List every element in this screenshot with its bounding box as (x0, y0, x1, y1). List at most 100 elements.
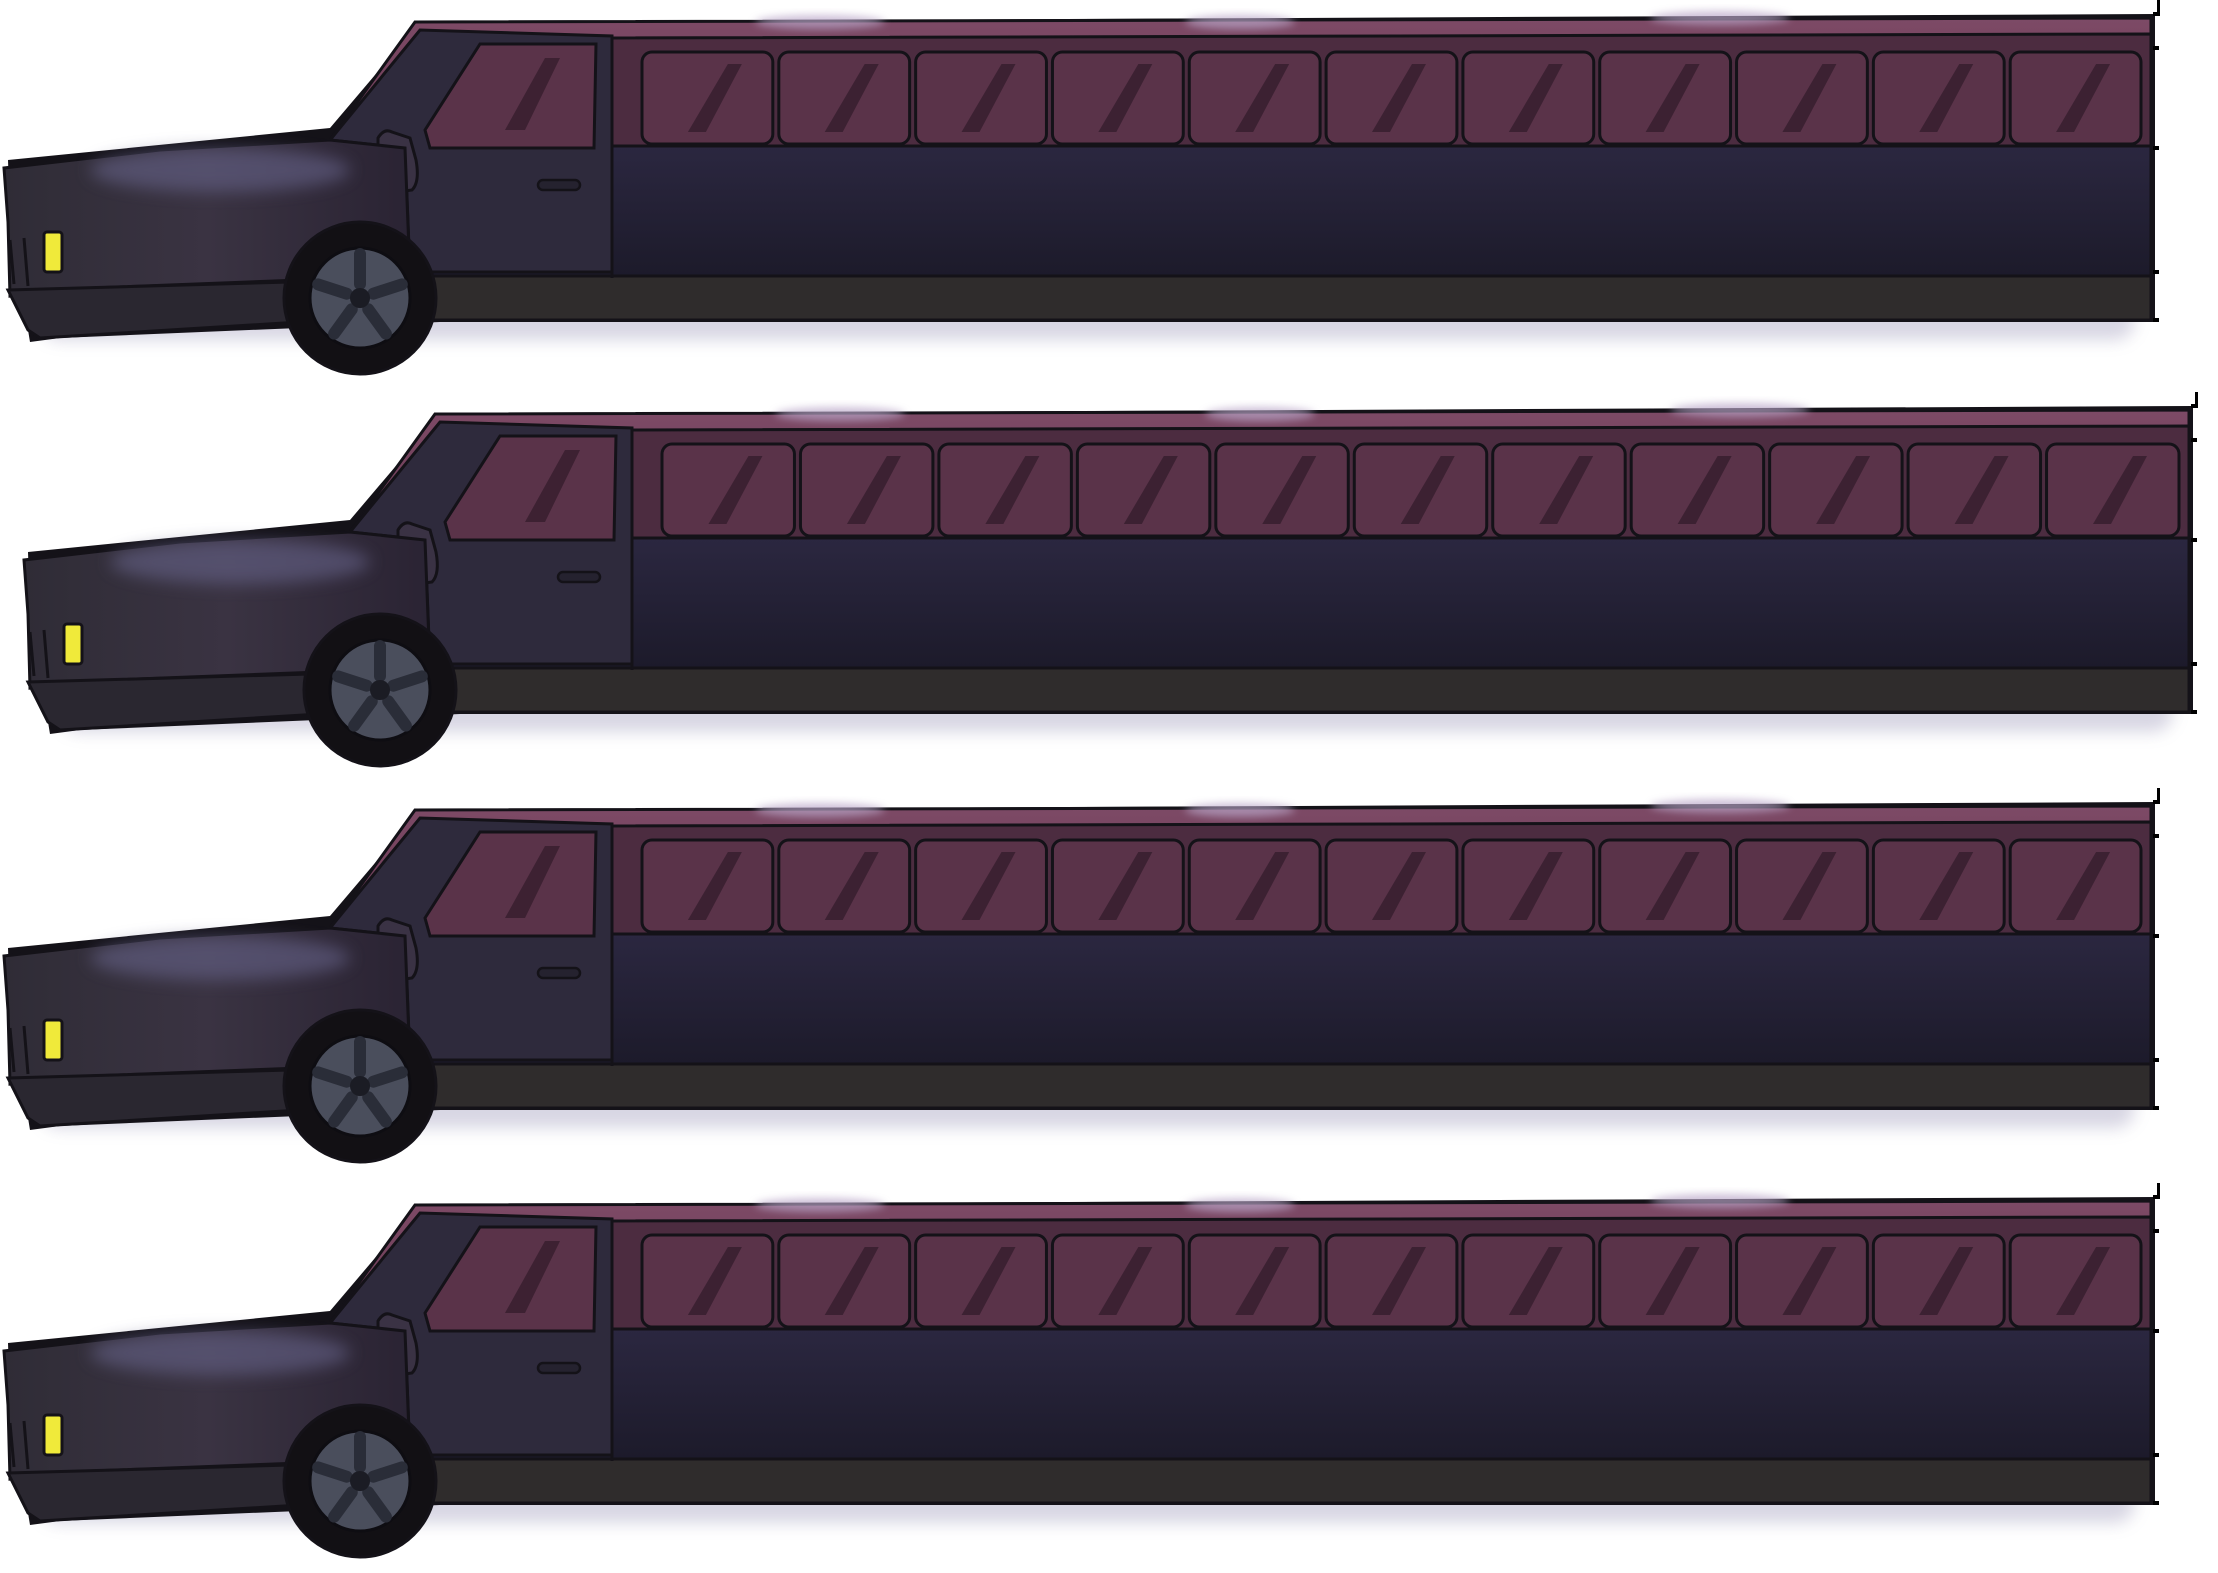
passenger-window (1214, 442, 1350, 538)
passenger-window (777, 838, 912, 934)
sprite-frame-3 (0, 788, 2218, 1178)
limo-sprite-sheet (0, 0, 2218, 1559)
front-wheel (302, 612, 458, 768)
passenger-window (1187, 1233, 1322, 1329)
roof-shine (1185, 803, 1295, 817)
passenger-window (1187, 838, 1322, 934)
guide-tick (2191, 438, 2197, 442)
roof-shine (1185, 15, 1295, 29)
limo-sprite-svg (2, 0, 2160, 376)
passenger-window (1050, 1233, 1185, 1329)
passenger-window (1187, 50, 1322, 146)
body-panel (408, 144, 2153, 280)
passenger-window (1324, 50, 1459, 146)
sprite-frame-1 (0, 0, 2218, 390)
passenger-window (1324, 838, 1459, 934)
headlight (42, 1018, 64, 1062)
door-handle (536, 966, 582, 980)
passenger-window (1768, 442, 1904, 538)
guide-tick (2153, 318, 2159, 322)
rocker-panel (298, 1062, 2153, 1110)
passenger-window (1598, 50, 1733, 146)
roof-shine (775, 407, 905, 421)
door-handle (536, 178, 582, 192)
guide-tick (2191, 538, 2197, 542)
passenger-window (1735, 838, 1869, 934)
guide-tick (2191, 710, 2197, 714)
limo-sprite-svg (2, 788, 2160, 1164)
headlight (42, 230, 64, 274)
passenger-window (777, 50, 912, 146)
roof-shine (755, 803, 885, 817)
limo-sprite-svg (2, 1183, 2160, 1559)
roof-shine (1205, 407, 1315, 421)
guide-tick (2153, 1106, 2159, 1110)
roof-shine (1650, 799, 1790, 813)
roof-shine (1650, 11, 1790, 25)
guide-tick (2153, 146, 2159, 150)
rocker-panel (298, 274, 2153, 322)
roof-shine (755, 15, 885, 29)
sprite-frame-4 (0, 1183, 2218, 1573)
guide-tick (2153, 1501, 2159, 1505)
roof-shine (755, 1198, 885, 1212)
guide-tick (2153, 1329, 2159, 1333)
front-wheel (282, 1008, 438, 1164)
passenger-window (1075, 442, 1212, 538)
passenger-window (1352, 442, 1489, 538)
body-panel (408, 1327, 2153, 1463)
passenger-window (1461, 50, 1596, 146)
passenger-window (914, 838, 1048, 934)
passenger-window (914, 1233, 1048, 1329)
headlight (62, 622, 84, 666)
passenger-window (1629, 442, 1766, 538)
passenger-window (1461, 838, 1596, 934)
guide-tick (2153, 270, 2159, 274)
passenger-window (798, 442, 935, 538)
limousine (2, 0, 2160, 376)
limousine (2, 788, 2160, 1164)
passenger-window (1598, 1233, 1733, 1329)
body-panel (408, 932, 2153, 1068)
passenger-window (640, 50, 775, 146)
passenger-window (1871, 50, 2006, 146)
sprite-frame-2 (0, 392, 2218, 782)
roof-shine (1670, 403, 1810, 417)
guide-tick (2153, 834, 2159, 838)
guide-tick (2153, 1058, 2159, 1062)
passenger-window (660, 442, 796, 538)
door-handle (536, 1361, 582, 1375)
passenger-window (1871, 838, 2006, 934)
door-handle (556, 570, 602, 584)
passenger-window (1461, 1233, 1596, 1329)
limo-sprite-svg (22, 392, 2198, 768)
guide-tick (2153, 934, 2159, 938)
limousine (22, 392, 2198, 768)
headlight (42, 1413, 64, 1457)
passenger-window (1598, 838, 1733, 934)
passenger-window (937, 442, 1073, 538)
passenger-window (1871, 1233, 2006, 1329)
passenger-window (2008, 1233, 2143, 1329)
passenger-window (1491, 442, 1627, 538)
passenger-window (1906, 442, 2043, 538)
passenger-window (1050, 838, 1185, 934)
passenger-window (1735, 50, 1869, 146)
guide-tick (2153, 1229, 2159, 1233)
passenger-window (2045, 442, 2181, 538)
passenger-window (640, 1233, 775, 1329)
limousine (2, 1183, 2160, 1559)
front-wheel (282, 220, 438, 376)
passenger-window (640, 838, 775, 934)
roof-shine (1185, 1198, 1295, 1212)
passenger-window (777, 1233, 912, 1329)
passenger-window (1735, 1233, 1869, 1329)
rocker-panel (318, 666, 2191, 714)
passenger-window (2008, 838, 2143, 934)
passenger-window (914, 50, 1048, 146)
roof-shine (1650, 1194, 1790, 1208)
guide-tick (2153, 1453, 2159, 1457)
passenger-window (2008, 50, 2143, 146)
front-wheel (282, 1403, 438, 1559)
guide-tick (2153, 46, 2159, 50)
